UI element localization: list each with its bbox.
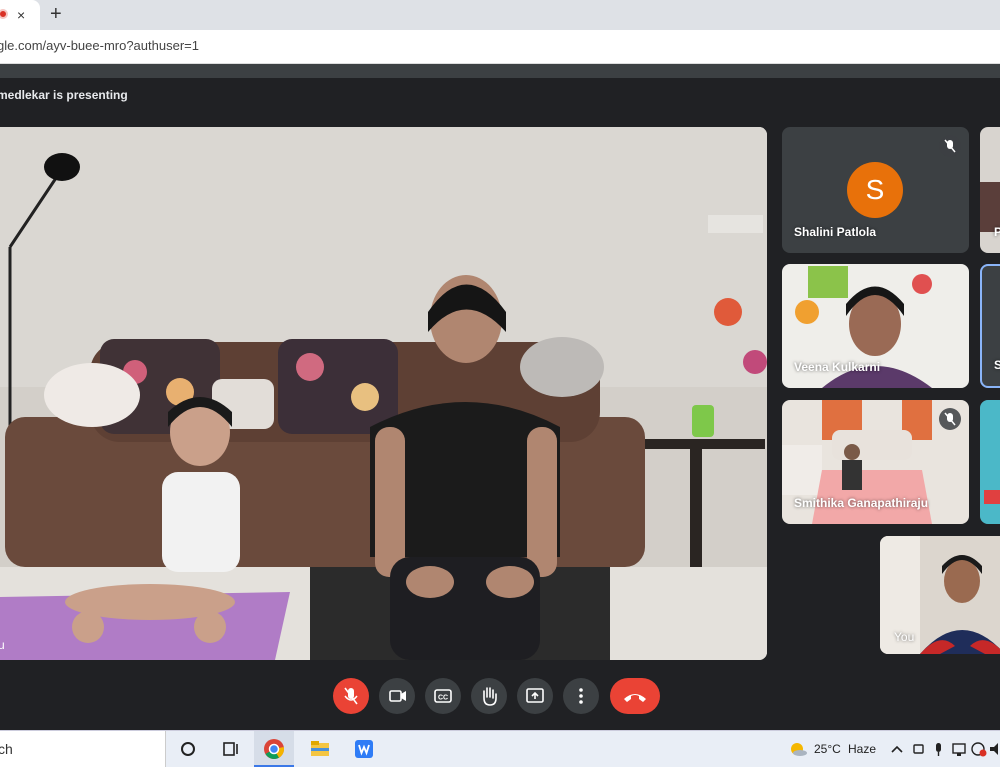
browser-tabstrip: × +: [0, 0, 1000, 30]
taskbar-chrome-button[interactable]: [254, 731, 294, 767]
presenting-text: medlekar is presenting: [0, 88, 128, 102]
participant-tile-edge-3[interactable]: [980, 400, 1000, 524]
presenting-bar: medlekar is presenting: [0, 80, 1000, 112]
network-icon[interactable]: [950, 737, 968, 761]
weather-condition: Haze: [848, 742, 877, 756]
security-alert-icon[interactable]: [970, 737, 988, 761]
speaker-icon[interactable]: [988, 737, 1000, 761]
participant-tile-edge-2[interactable]: S: [980, 264, 1000, 388]
address-bar[interactable]: gle.com/ayv-buee-mro?authuser=1: [0, 30, 1000, 64]
hand-icon: [483, 687, 497, 706]
camera-toggle-button[interactable]: [379, 678, 415, 714]
main-participant-label: u: [0, 638, 5, 652]
participant-name: Smithika Ganapathiraju: [794, 496, 929, 510]
chevron-up-icon[interactable]: [888, 737, 906, 761]
taskbar-search[interactable]: ch: [0, 731, 166, 767]
participant-name: Shalini Patlola: [794, 225, 877, 239]
camera-in-use-icon[interactable]: [910, 737, 928, 761]
cortana-icon[interactable]: [176, 737, 200, 761]
camera-icon: [389, 690, 406, 702]
new-tab-button[interactable]: +: [50, 4, 62, 24]
wps-writer-icon[interactable]: [352, 737, 376, 761]
url-text: gle.com/ayv-buee-mro?authuser=1: [0, 38, 199, 53]
self-view-tile[interactable]: You: [880, 536, 1000, 654]
participant-name: S: [994, 358, 1000, 372]
browser-tab[interactable]: ×: [0, 0, 40, 30]
microphone-icon[interactable]: [930, 737, 948, 761]
weather-temperature: 25°C: [814, 742, 841, 756]
self-label: You: [894, 630, 915, 644]
participant-tile-edge-1[interactable]: P: [980, 127, 1000, 253]
participant-name: P: [994, 225, 1000, 239]
search-placeholder: ch: [0, 741, 13, 757]
task-view-icon[interactable]: [218, 737, 242, 761]
participant-tile-shalini[interactable]: S Shalini Patlola: [782, 127, 969, 253]
mic-off-icon: [939, 135, 961, 157]
hang-up-icon: [624, 694, 646, 702]
participant-name: Veena Kulkarni: [794, 360, 881, 374]
avatar: S: [847, 162, 903, 218]
main-video-tile[interactable]: u: [0, 127, 767, 660]
participant-tile-veena[interactable]: Veena Kulkarni: [782, 264, 969, 388]
captions-button[interactable]: CC: [425, 678, 461, 714]
meeting-controls: CC: [0, 668, 1000, 724]
more-options-button[interactable]: [563, 678, 599, 714]
more-vert-icon: [579, 688, 583, 704]
participant-tile-smithika[interactable]: Smithika Ganapathiraju: [782, 400, 969, 524]
recording-icon: [0, 9, 8, 19]
present-icon: [526, 688, 544, 703]
participant-video: [980, 400, 1000, 524]
captions-icon: CC: [434, 689, 452, 703]
weather-icon[interactable]: [786, 737, 810, 761]
file-explorer-icon[interactable]: [308, 737, 332, 761]
mic-toggle-button[interactable]: [333, 678, 369, 714]
windows-taskbar: ch 25°C Haze: [0, 730, 1000, 767]
close-tab-icon[interactable]: ×: [17, 6, 25, 24]
mic-off-icon: [939, 408, 961, 430]
main-video-scene: [0, 127, 767, 660]
svg-text:CC: CC: [438, 695, 448, 702]
mic-off-icon: [344, 687, 358, 705]
leave-call-button[interactable]: [610, 678, 660, 714]
raise-hand-button[interactable]: [471, 678, 507, 714]
browser-gap: [0, 64, 1000, 78]
chrome-icon: [264, 739, 285, 759]
present-button[interactable]: [517, 678, 553, 714]
